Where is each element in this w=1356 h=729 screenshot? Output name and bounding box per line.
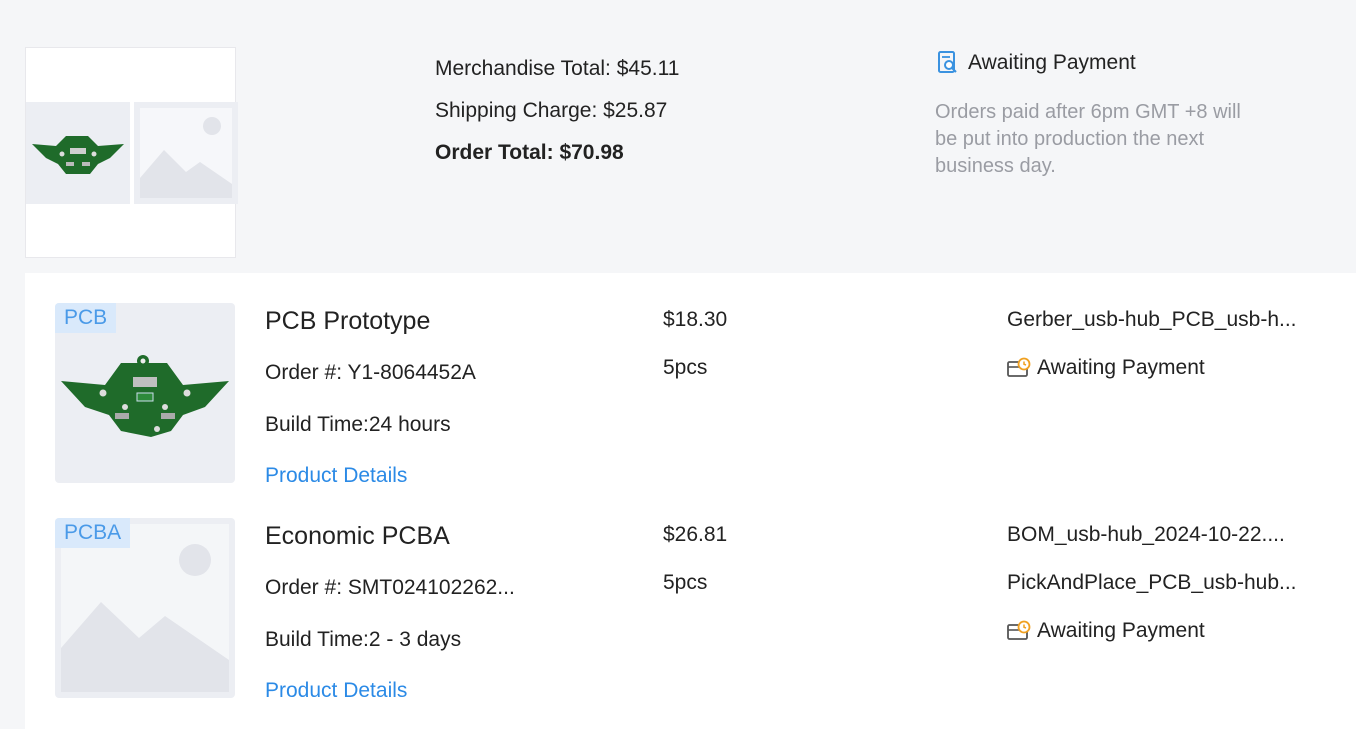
item-quantity: 5pcs	[663, 571, 708, 594]
item-status-label: Awaiting Payment	[1037, 619, 1205, 642]
product-type-tag: PCBA	[55, 518, 131, 548]
product-details-link[interactable]: Product Details	[265, 679, 407, 703]
item-status: Awaiting Payment	[1007, 619, 1205, 643]
image-placeholder-icon	[140, 108, 232, 198]
order-thumbnail-box	[25, 47, 238, 258]
list-item: PCBA Economic PCBA Order #: SMT024102262…	[25, 518, 1356, 718]
build-time: Build Time:24 hours	[265, 413, 451, 436]
wallet-clock-icon	[1007, 357, 1031, 377]
product-details-link[interactable]: Product Details	[265, 464, 407, 488]
order-totals: Merchandise Total: $45.11 Shipping Charg…	[435, 48, 679, 174]
pcb-board-icon	[32, 136, 124, 174]
production-note: Orders paid after 6pm GMT +8 will be put…	[935, 101, 1241, 177]
item-status-label: Awaiting Payment	[1037, 356, 1205, 379]
product-image: PCB	[55, 303, 235, 483]
item-price: $18.30	[663, 308, 728, 331]
product-name: Economic PCBA	[265, 522, 450, 550]
order-total: Order Total: $70.98	[435, 141, 624, 164]
wallet-clock-icon	[1007, 620, 1031, 640]
order-summary: Merchandise Total: $45.11 Shipping Charg…	[0, 0, 1356, 272]
file-name-gerber[interactable]: Gerber_usb-hub_PCB_usb-h...	[1007, 308, 1307, 332]
pcb-thumbnail	[26, 102, 130, 204]
product-image: PCBA	[55, 518, 235, 698]
build-time: Build Time:2 - 3 days	[265, 628, 462, 651]
order-items: PCB PCB Prototype Order #: Y1-8064452A B…	[25, 273, 1356, 729]
order-status: Awaiting Payment	[936, 50, 1136, 76]
product-name: PCB Prototype	[265, 307, 431, 335]
shipping-charge: Shipping Charge: $25.87	[435, 99, 668, 122]
order-number: Order #: SMT024102262...	[265, 576, 515, 599]
search-document-icon	[938, 51, 957, 73]
file-name-pick-and-place[interactable]: PickAndPlace_PCB_usb-hub...	[1007, 571, 1307, 595]
file-name-bom[interactable]: BOM_usb-hub_2024-10-22....	[1007, 523, 1307, 547]
list-item: PCB PCB Prototype Order #: Y1-8064452A B…	[25, 303, 1356, 503]
item-quantity: 5pcs	[663, 356, 708, 379]
item-price: $26.81	[663, 523, 728, 546]
order-number: Order #: Y1-8064452A	[265, 361, 476, 384]
merchandise-total: Merchandise Total: $45.11	[435, 57, 680, 80]
product-type-tag: PCB	[55, 303, 117, 333]
item-status: Awaiting Payment	[1007, 356, 1205, 380]
order-status-label: Awaiting Payment	[968, 51, 1136, 74]
placeholder-thumbnail	[134, 102, 238, 204]
